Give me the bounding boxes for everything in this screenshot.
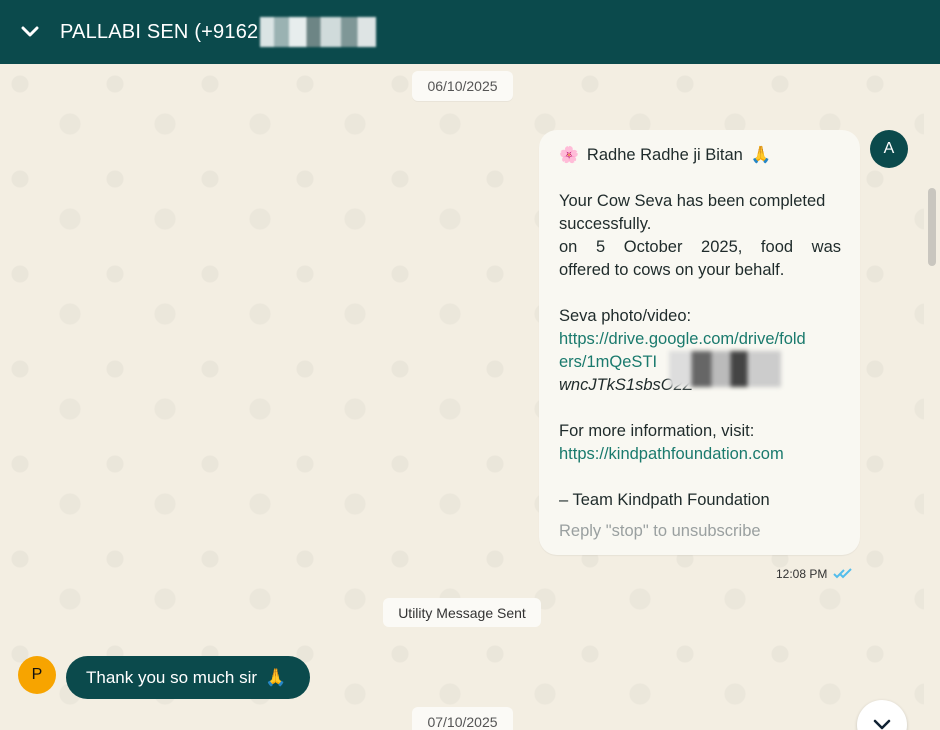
message-line: offered to cows on your behalf. [559,261,785,279]
message-line: Your Cow Seva has been completed [559,192,826,210]
contact-title-text: PALLABI SEN (+9162 [60,20,259,43]
outgoing-message-bubble: 🌸 Radhe Radhe ji Bitan 🙏 Your Cow Seva h… [539,130,860,555]
website-link[interactable]: https://kindpathfoundation.com [559,443,841,466]
avatar-p: P [18,656,56,694]
avatar-a: A [870,130,908,168]
greeting-text: Radhe Radhe ji Bitan [586,146,743,164]
message-line: successfully. [559,215,652,233]
double-check-icon [833,568,853,579]
time-text: 12:08 PM [776,567,828,581]
unsubscribe-hint: Reply "stop" to unsubscribe [559,522,761,540]
chat-area: 06/10/2025 🌸 Radhe Radhe ji Bitan 🙏 Your… [0,64,924,730]
redacted-link-blur [669,351,781,387]
message-line: For more information, visit: [559,422,755,440]
message-line: – Team Kindpath Foundation [559,491,770,509]
drive-link[interactable]: https://drive.google.com/drive/fold [559,328,841,351]
scrollbar-thumb[interactable] [928,188,936,266]
message-timestamp: 12:08 PM [776,567,853,581]
chevron-down-icon [873,719,891,730]
prayer-hands-icon: 🙏 [750,146,772,164]
contact-name: PALLABI SEN (+9162 [60,17,377,47]
redacted-phone-blur [260,17,377,47]
message-line: 🌸 Radhe Radhe ji Bitan 🙏 [559,144,841,167]
collapse-chat-button[interactable] [0,0,60,64]
message-line: on 5 October 2025, food was [559,238,841,256]
chevron-down-icon [21,26,39,37]
date-separator: 07/10/2025 [412,707,513,730]
message-body: 🌸 Radhe Radhe ji Bitan 🙏 Your Cow Seva h… [559,144,841,543]
incoming-message-bubble: Thank you so much sir 🙏 [66,656,310,699]
message-line: Seva photo/video: [559,307,692,325]
vertical-scrollbar[interactable] [924,64,940,730]
incoming-text: Thank you so much sir [86,667,258,687]
drive-link-part[interactable]: ers/1mQeSTI [559,353,657,371]
utility-message-status: Utility Message Sent [383,598,541,627]
date-separator: 06/10/2025 [412,71,513,101]
flower-icon: 🌸 [559,147,579,164]
scroll-to-bottom-button[interactable] [857,700,907,730]
chat-header: PALLABI SEN (+9162 [0,0,940,64]
prayer-hands-icon: 🙏 [265,667,287,687]
